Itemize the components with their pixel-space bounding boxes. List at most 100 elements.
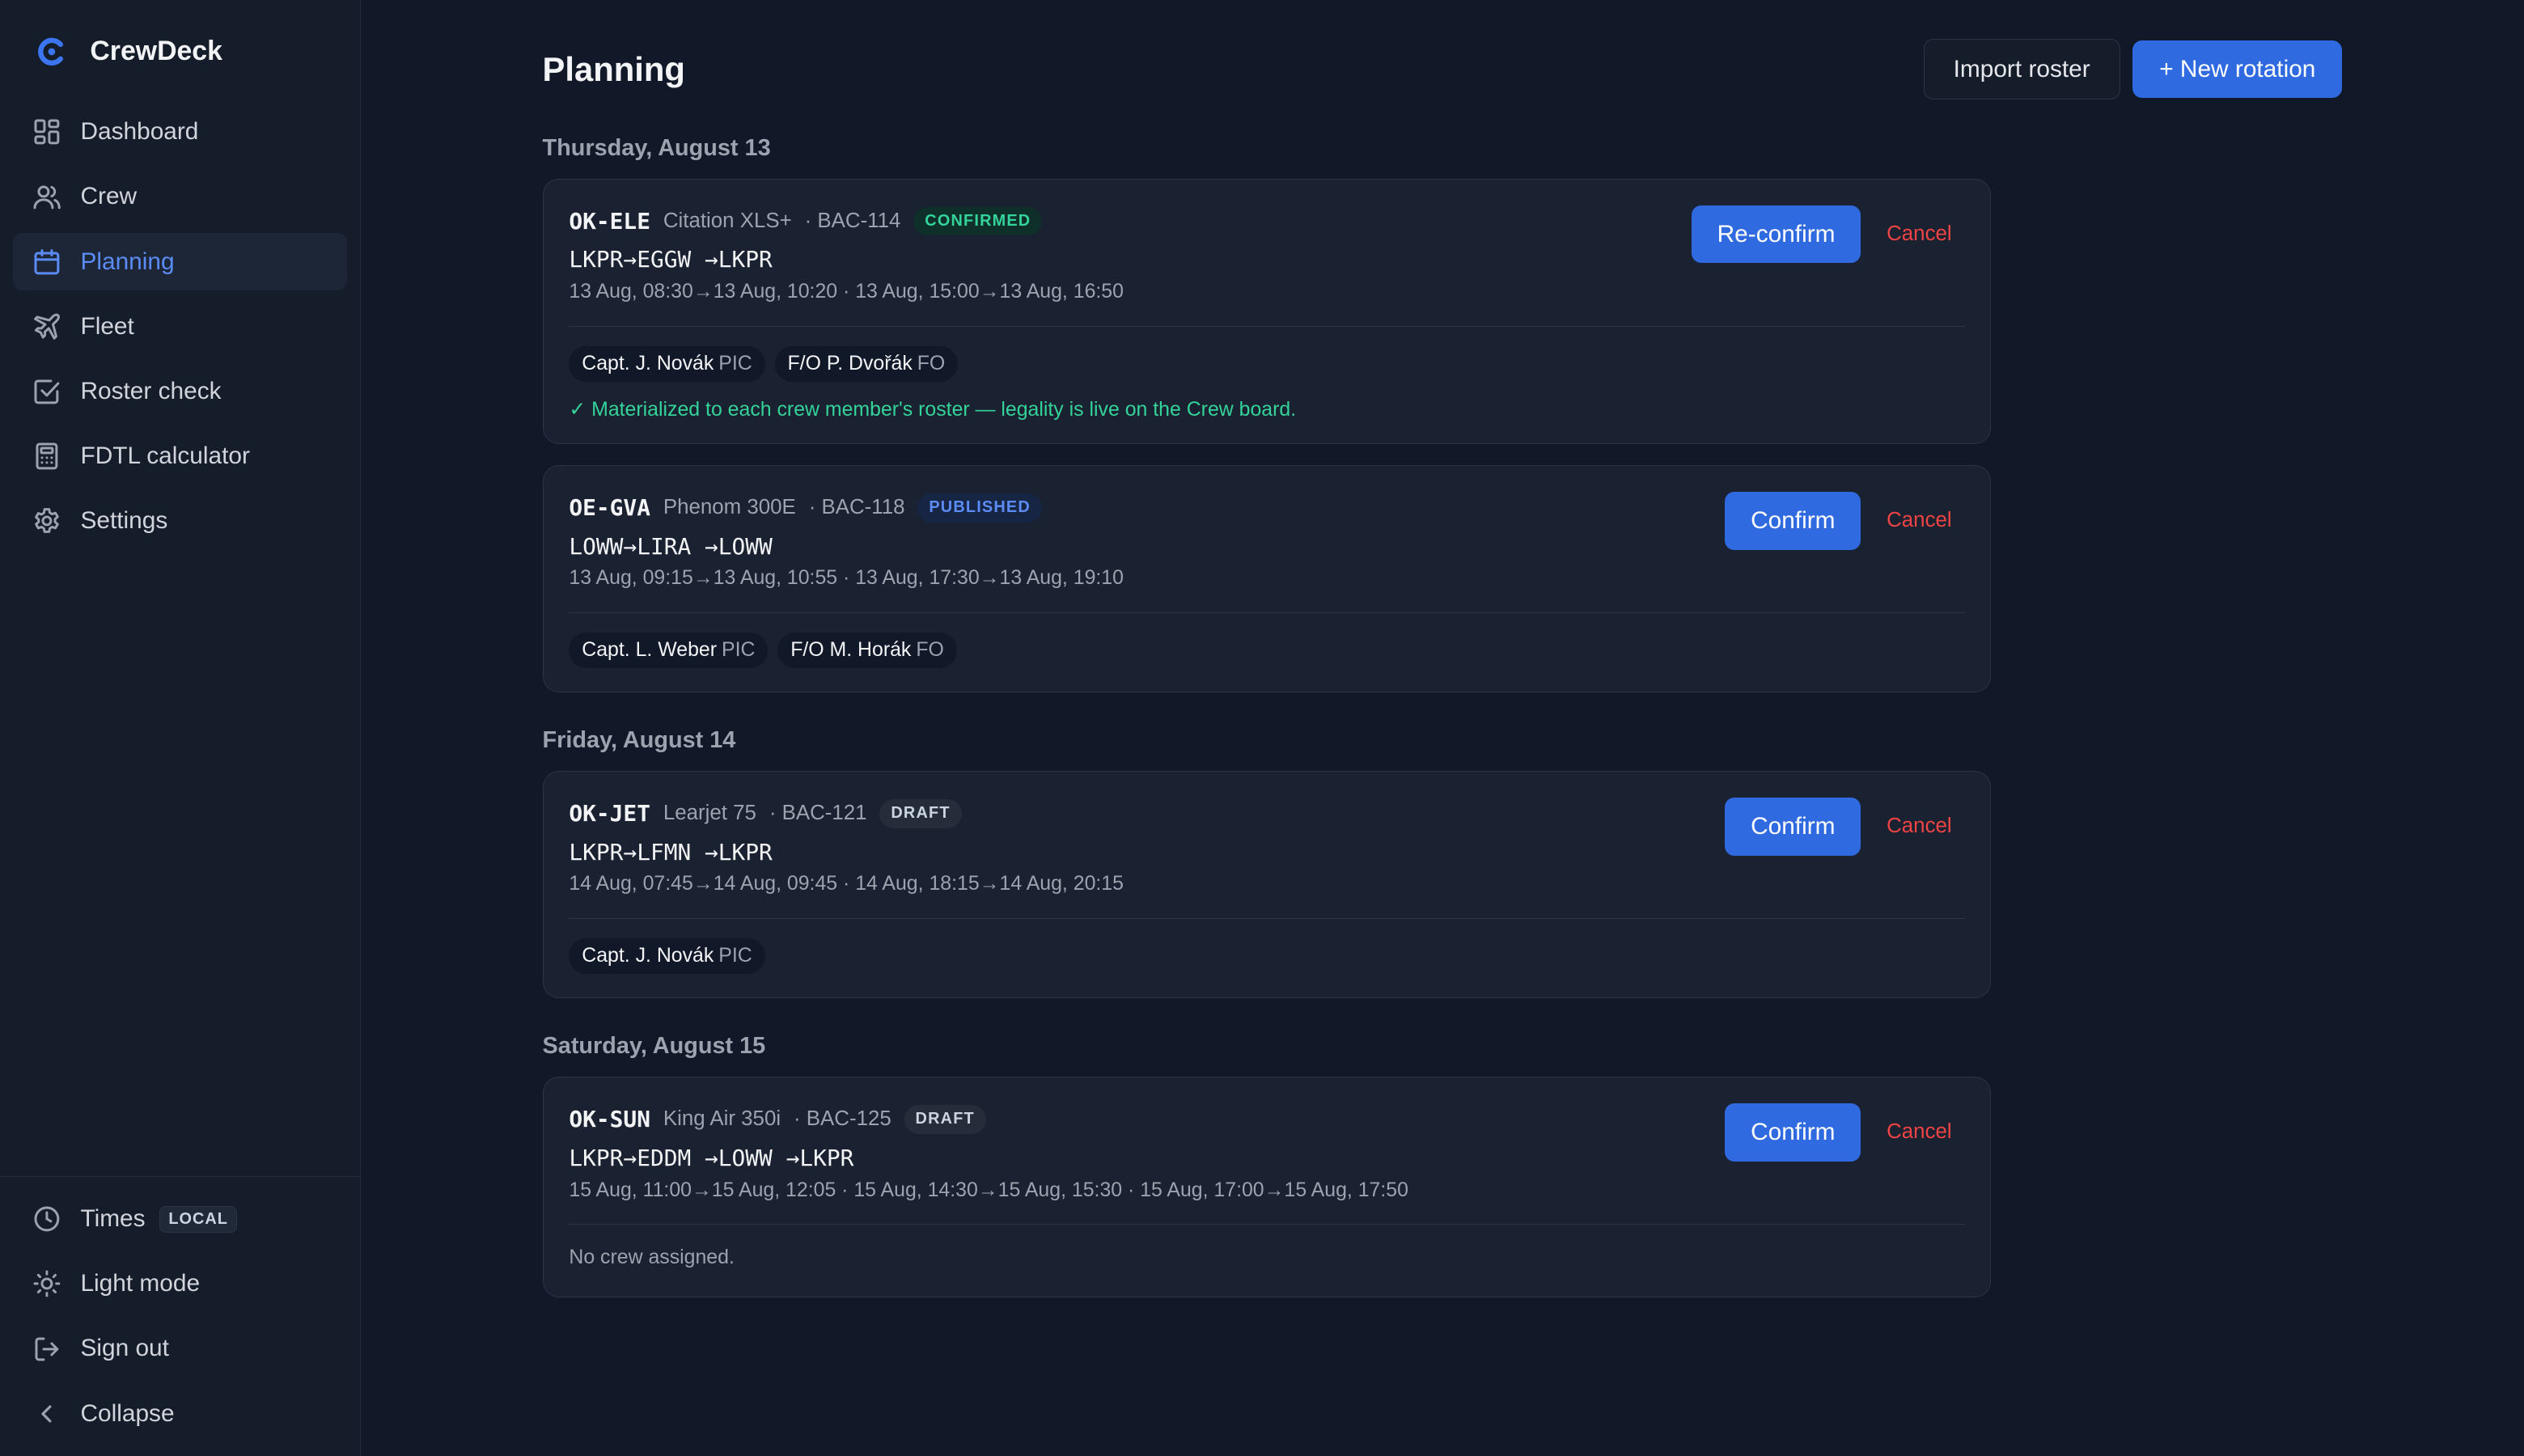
rotation-actions: Re-confirm Cancel: [1691, 205, 1965, 264]
crew-role: FO: [916, 637, 944, 661]
theme-label: Light mode: [80, 1270, 201, 1297]
rotation-card-oe-gva: OE-GVA Phenom 300E · BAC-118 PUBLISHED L…: [542, 465, 1992, 692]
rotation-header: OK-JET Learjet 75 · BAC-121 DRAFT LKPR→L…: [544, 772, 1991, 899]
brand[interactable]: CrewDeck: [0, 0, 360, 103]
sign-out-icon: [32, 1335, 61, 1364]
tail-number[interactable]: OK-JET: [569, 800, 650, 827]
sidebar-item-settings[interactable]: Settings: [13, 492, 347, 550]
cancel-button[interactable]: Cancel: [1874, 222, 1964, 246]
trip-id: · BAC-114: [804, 210, 901, 233]
sidebar-item-label: Dashboard: [80, 118, 199, 146]
reconfirm-button[interactable]: Re-confirm: [1691, 205, 1861, 264]
crew-section: Capt. J. Novák PIC: [544, 919, 1991, 974]
crew-section: Capt. J. Novák PIC F/O P. Dvořák FO ✓ Mate…: [544, 327, 1991, 422]
sign-out-button[interactable]: Sign out: [13, 1320, 347, 1378]
rotation-actions: Confirm Cancel: [1725, 1103, 1964, 1162]
sidebar-nav: Dashboard Crew Planning Fleet Roster che…: [0, 103, 360, 550]
collapse-sidebar-button[interactable]: Collapse: [13, 1385, 347, 1443]
page-title: Planning: [542, 49, 685, 88]
crew-name: Capt. J. Novák: [582, 351, 714, 375]
tail-number[interactable]: OK-ELE: [569, 208, 650, 235]
timezone-badge: LOCAL: [159, 1205, 237, 1233]
sidebar-item-roster-check[interactable]: Roster check: [13, 362, 347, 421]
cancel-button[interactable]: Cancel: [1874, 509, 1964, 532]
sidebar-item-fdtl-calculator[interactable]: FDTL calculator: [13, 427, 347, 485]
crew-name: Capt. L. Weber: [582, 637, 718, 661]
aircraft-type: Learjet 75: [663, 802, 756, 825]
sidebar-item-label: Fleet: [80, 312, 134, 340]
status-badge: DRAFT: [879, 798, 962, 828]
crew-role: FO: [917, 351, 946, 375]
crew-section: No crew assigned.: [544, 1225, 1991, 1269]
sidebar-item-fleet[interactable]: Fleet: [13, 298, 347, 356]
rotation-actions: Confirm Cancel: [1725, 491, 1964, 550]
day-heading: Friday, August 14: [542, 727, 736, 754]
trip-id: · BAC-118: [808, 496, 905, 519]
sidebar-item-label: Settings: [80, 507, 168, 535]
crew-chip[interactable]: F/O M. Horák FO: [777, 632, 957, 668]
tail-number[interactable]: OK-SUN: [569, 1106, 650, 1132]
sidebar-item-label: Planning: [80, 248, 175, 275]
dashboard-icon: [32, 117, 61, 146]
crew-chip[interactable]: Capt. J. Novák PIC: [569, 938, 765, 974]
rotation-header: OK-SUN King Air 350i · BAC-125 DRAFT LKP…: [544, 1077, 1991, 1204]
sign-out-label: Sign out: [80, 1335, 169, 1362]
no-crew-message: No crew assigned.: [569, 1246, 735, 1269]
chevron-left-icon: [32, 1399, 61, 1428]
confirm-button[interactable]: Confirm: [1725, 491, 1861, 550]
aircraft-type: Citation XLS+: [663, 210, 792, 233]
sidebar-item-crew[interactable]: Crew: [13, 168, 347, 226]
crewdeck-logo-icon: [37, 37, 63, 66]
day-heading: Thursday, August 13: [542, 135, 771, 162]
leg-times: 14 Aug, 07:45→14 Aug, 09:45 · 14 Aug, 18…: [569, 872, 1124, 895]
app-root: CrewDeck Dashboard Crew Planning Fleet R…: [0, 0, 2524, 1456]
crew-chip[interactable]: Capt. L. Weber PIC: [569, 632, 769, 668]
confirm-button[interactable]: Confirm: [1725, 797, 1861, 856]
sun-icon: [32, 1269, 61, 1298]
crew-chip[interactable]: Capt. J. Novák PIC: [569, 345, 765, 382]
checkbox-icon: [32, 377, 61, 406]
crew-section: Capt. L. Weber PIC F/O M. Horák FO: [544, 613, 1991, 668]
trip-id: · BAC-125: [793, 1107, 891, 1131]
crew-name: Capt. J. Novák: [582, 943, 714, 967]
leg-times: 15 Aug, 11:00→15 Aug, 12:05 · 15 Aug, 14…: [569, 1178, 1408, 1201]
confirm-button[interactable]: Confirm: [1725, 1103, 1861, 1162]
rotation-actions: Confirm Cancel: [1725, 797, 1964, 856]
day-heading: Saturday, August 15: [542, 1033, 766, 1060]
times-toggle[interactable]: Times LOCAL: [13, 1190, 347, 1248]
sidebar-item-planning[interactable]: Planning: [12, 232, 347, 291]
status-badge: CONFIRMED: [913, 206, 1043, 236]
crew-chips: Capt. J. Novák PIC F/O P. Dvořák FO: [569, 345, 1964, 382]
status-badge: PUBLISHED: [917, 493, 1042, 523]
tail-number[interactable]: OE-GVA: [569, 494, 650, 521]
crew-name: F/O M. Horák: [790, 637, 912, 661]
clock-icon: [32, 1204, 61, 1234]
import-roster-button[interactable]: Import roster: [1923, 38, 2120, 100]
plane-icon: [32, 312, 61, 341]
aircraft-type: King Air 350i: [663, 1107, 781, 1131]
rotation-card-ok-ele: OK-ELE Citation XLS+ · BAC-114 CONFIRMED…: [542, 178, 1992, 445]
crew-chip[interactable]: F/O P. Dvořák FO: [774, 345, 959, 382]
crew-chips: Capt. J. Novák PIC: [569, 938, 1964, 974]
gear-icon: [32, 506, 61, 535]
materialized-note: ✓ Materialized to each crew member's ros…: [569, 398, 1297, 421]
cancel-button[interactable]: Cancel: [1874, 815, 1964, 838]
calendar-icon: [32, 248, 61, 277]
collapse-label: Collapse: [80, 1399, 175, 1427]
crew-role: PIC: [718, 943, 752, 967]
cancel-button[interactable]: Cancel: [1874, 1120, 1964, 1144]
main-content: Planning Import roster + New rotation Th…: [361, 0, 2524, 1456]
leg-times: 13 Aug, 09:15→13 Aug, 10:55 · 13 Aug, 17…: [569, 566, 1124, 590]
leg-times: 13 Aug, 08:30→13 Aug, 10:20 · 13 Aug, 15…: [569, 280, 1124, 303]
rotation-card-ok-jet: OK-JET Learjet 75 · BAC-121 DRAFT LKPR→L…: [542, 771, 1992, 998]
crew-chips: Capt. L. Weber PIC F/O M. Horák FO: [569, 632, 1964, 668]
new-rotation-button[interactable]: + New rotation: [2132, 40, 2343, 99]
sidebar-item-label: Crew: [80, 183, 138, 210]
rotation-header: OK-ELE Citation XLS+ · BAC-114 CONFIRMED…: [544, 180, 1991, 307]
sidebar-footer: Times LOCAL Light mode Sign out Collapse: [0, 1176, 360, 1456]
theme-toggle[interactable]: Light mode: [13, 1255, 347, 1314]
sidebar-item-dashboard[interactable]: Dashboard: [13, 103, 347, 161]
users-icon: [32, 182, 61, 211]
sidebar-item-label: Roster check: [80, 377, 222, 404]
times-label: Times: [80, 1205, 146, 1233]
